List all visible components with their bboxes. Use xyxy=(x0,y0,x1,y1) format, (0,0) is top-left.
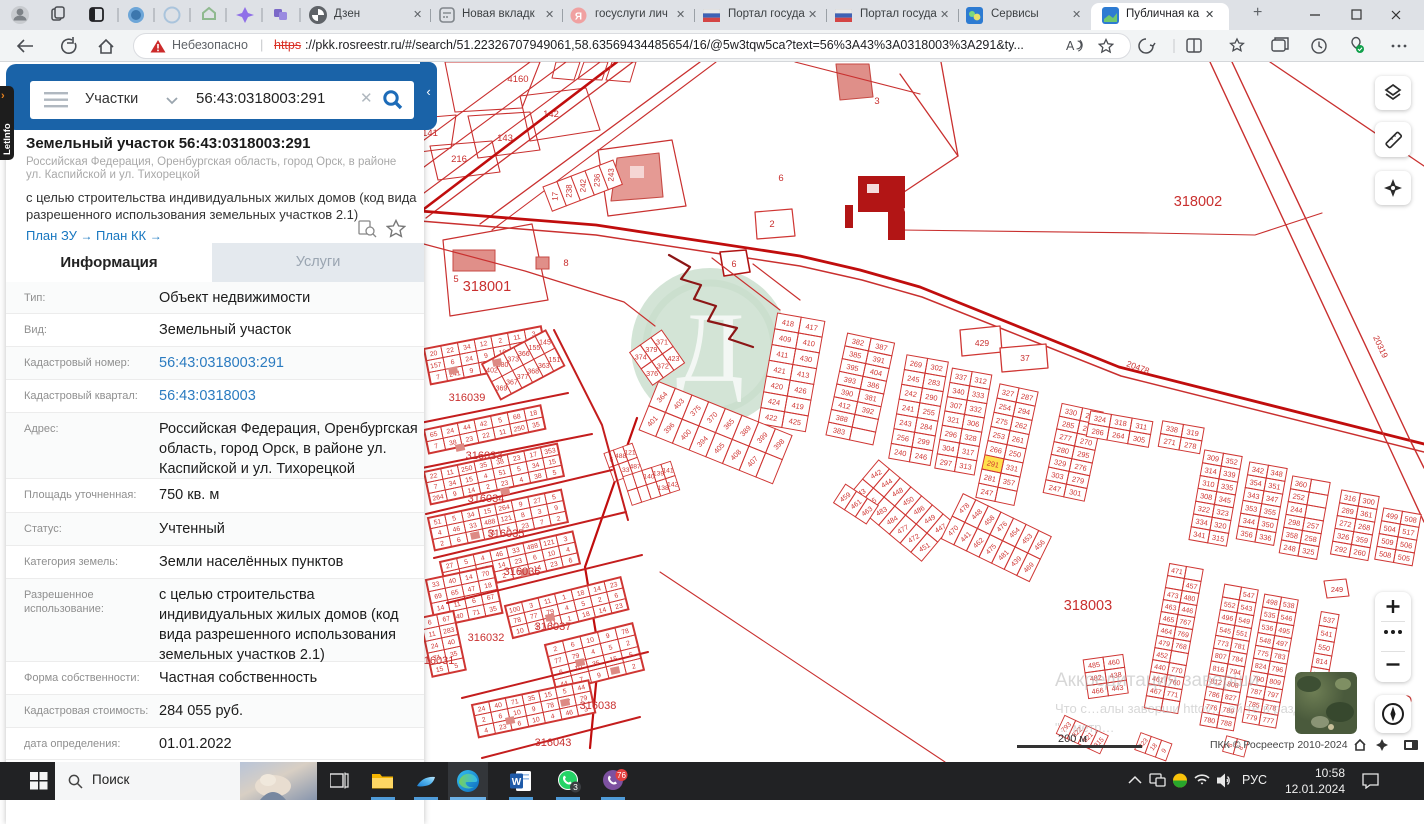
svg-text:3: 3 xyxy=(573,782,578,792)
svg-text:316033: 316033 xyxy=(466,450,503,462)
svg-text:W: W xyxy=(512,777,522,788)
svg-text:76: 76 xyxy=(617,771,626,780)
svg-text:2: 2 xyxy=(769,219,774,230)
svg-text:5: 5 xyxy=(453,274,458,285)
svg-text:155: 155 xyxy=(529,345,541,352)
svg-text:238: 238 xyxy=(565,184,574,198)
svg-text:22: 22 xyxy=(446,347,455,355)
svg-text:A: A xyxy=(1066,39,1075,53)
svg-text:363: 363 xyxy=(538,363,550,370)
svg-text:371: 371 xyxy=(656,338,668,347)
svg-text:374: 374 xyxy=(635,353,647,362)
svg-text:316034: 316034 xyxy=(468,493,505,505)
svg-text:316032: 316032 xyxy=(468,632,505,644)
svg-text:33: 33 xyxy=(622,467,630,474)
svg-text:3: 3 xyxy=(874,96,879,107)
svg-text:423: 423 xyxy=(667,354,679,363)
svg-text:318001: 318001 xyxy=(463,279,511,295)
svg-text:318003: 318003 xyxy=(1064,598,1112,614)
svg-text:Д: Д xyxy=(676,292,744,403)
svg-text:316043: 316043 xyxy=(535,737,572,749)
svg-text:316038: 316038 xyxy=(580,700,617,712)
svg-text:6: 6 xyxy=(778,173,783,184)
svg-text:12: 12 xyxy=(479,340,488,348)
svg-text:316036: 316036 xyxy=(504,566,541,578)
svg-text:367: 367 xyxy=(506,380,518,387)
svg-text:145: 145 xyxy=(539,340,551,347)
svg-text:236: 236 xyxy=(593,173,602,187)
svg-text:316035: 316035 xyxy=(488,528,525,540)
svg-text:17: 17 xyxy=(551,191,560,201)
svg-text:373: 373 xyxy=(507,356,519,363)
svg-text:316037: 316037 xyxy=(535,621,572,633)
svg-text:366: 366 xyxy=(518,351,530,358)
svg-text:316039: 316039 xyxy=(449,392,486,404)
svg-text:460: 460 xyxy=(1107,657,1120,668)
svg-text:379: 379 xyxy=(645,345,657,354)
svg-text:377: 377 xyxy=(517,374,529,381)
svg-text:429: 429 xyxy=(975,338,989,348)
svg-text:249: 249 xyxy=(1331,585,1343,594)
svg-text:372: 372 xyxy=(657,361,669,370)
svg-text:376: 376 xyxy=(646,369,658,378)
svg-text:485: 485 xyxy=(1087,660,1100,671)
svg-text:34: 34 xyxy=(463,344,472,352)
svg-text:368: 368 xyxy=(527,368,539,375)
svg-text:6: 6 xyxy=(731,259,736,269)
svg-text:243: 243 xyxy=(607,168,616,182)
svg-text:8: 8 xyxy=(563,258,568,269)
svg-text:37: 37 xyxy=(1020,353,1030,363)
svg-text:20: 20 xyxy=(429,350,438,358)
svg-text:24: 24 xyxy=(465,355,474,363)
svg-text:242: 242 xyxy=(579,178,588,192)
svg-text:151: 151 xyxy=(549,357,561,364)
svg-text:318002: 318002 xyxy=(1174,194,1222,210)
svg-text:Я: Я xyxy=(575,12,582,23)
